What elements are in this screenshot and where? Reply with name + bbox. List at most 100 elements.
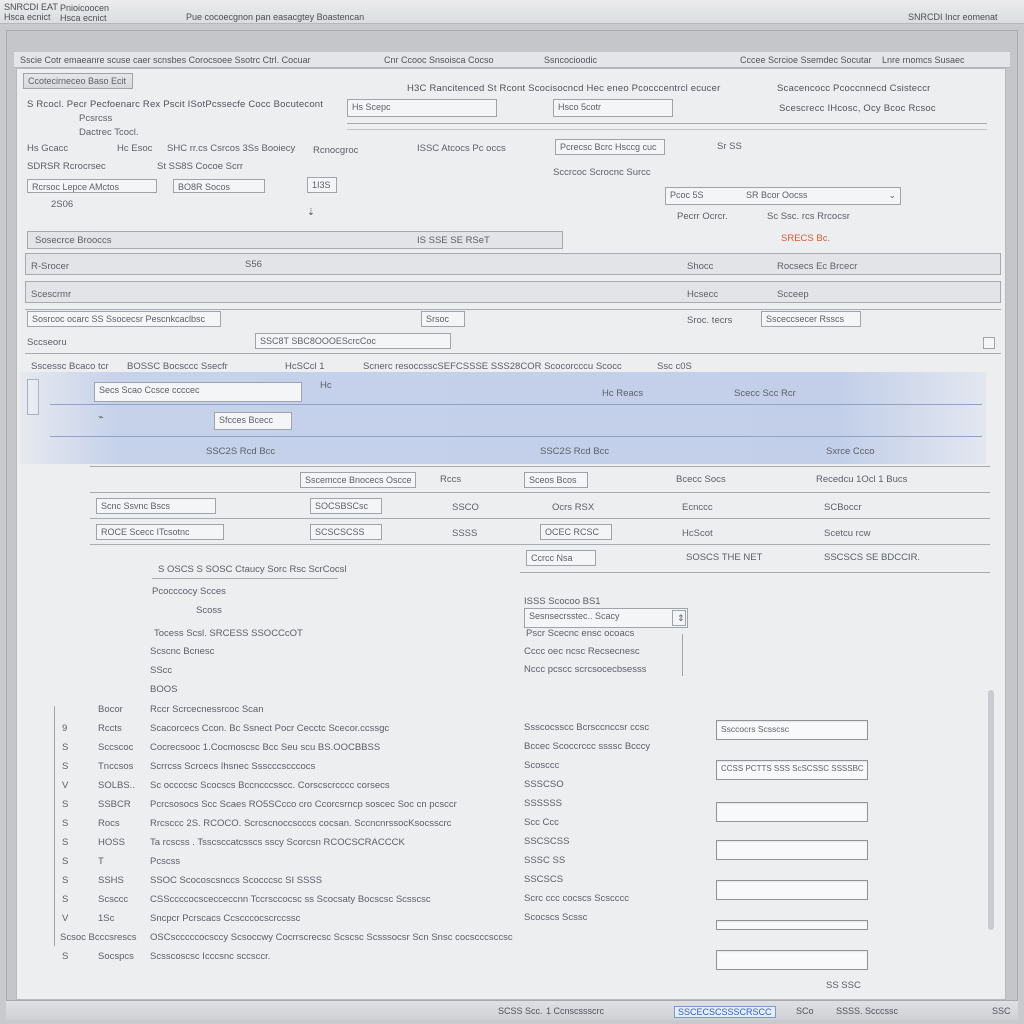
list-item-code: SOLBS.. xyxy=(98,780,135,791)
list-item[interactable]: Ta rcscss . Tsscsccatcsscs sscy Scorcsn … xyxy=(150,837,405,848)
side-input[interactable]: Ssccocrs Scsscsc xyxy=(716,720,868,740)
header-center: H3C Rancitenced St Rcont Scocisocncd Hec… xyxy=(407,83,721,94)
form-field[interactable]: BO8R Socos xyxy=(173,179,265,193)
list-item[interactable]: Cocrecsooc 1.Cocmoscsc Bcc Seu scu BS.OO… xyxy=(150,742,380,753)
row-field[interactable]: Srsoc xyxy=(421,311,465,327)
list-item[interactable]: Sncpcr Pcrscacs Ccscccocscrccssc xyxy=(150,913,300,924)
header-line-1: S Rcocl. Pecr Pecfoenarc Rex Pscit ISotP… xyxy=(27,99,324,110)
grid-header[interactable]: Sceos Bcos xyxy=(524,472,588,488)
divider xyxy=(90,544,990,545)
title-right: SNRCDI Incr eomenat xyxy=(908,12,998,22)
form-label: ISSC Atcocs Pc occs xyxy=(417,143,506,154)
divider xyxy=(90,492,990,493)
detail-field[interactable]: Sesnsecrsstec.. Scacy xyxy=(524,608,688,628)
form-field[interactable]: 1I3S xyxy=(307,177,337,193)
side-input[interactable] xyxy=(716,950,868,970)
row-label: Scescrmr xyxy=(31,289,72,300)
divider xyxy=(25,309,1001,310)
row-label: BOSSC Bocsccc Ssecfr xyxy=(127,361,228,372)
list-item[interactable]: Sc occccsc Scocscs Bccncccsscc. Corscscr… xyxy=(150,780,390,791)
divider xyxy=(50,404,982,405)
menu-item-3[interactable]: Ssncocioodic xyxy=(544,55,597,65)
row-label: R-Srocer xyxy=(31,261,70,272)
divider xyxy=(90,466,990,467)
menu-item-5[interactable]: Lnre rnomcs Susaec xyxy=(882,55,965,65)
blue-field-1[interactable]: Secs Scao Ccsce ccccec xyxy=(94,382,302,402)
grid-cell[interactable]: ROCE Scecc ITcsotnc xyxy=(96,524,224,540)
menu-item-2[interactable]: Cnr Ccooc Snsoisca Cocso xyxy=(384,55,494,65)
grid-cell: SSSS xyxy=(452,528,478,539)
header-line-1b: Pcsrcss xyxy=(79,113,113,124)
list-item[interactable]: Rrcsccc 2S. RCOCO. Scrcscnoccscccs cocsa… xyxy=(150,818,451,829)
list-item-index: S xyxy=(62,951,69,962)
list-item[interactable]: Pcscss xyxy=(150,856,180,867)
form-label: Rcnocgroc xyxy=(313,145,359,156)
menu-item-4[interactable]: Cccee Scrcioe Ssemdec Socutar xyxy=(740,55,872,65)
row-label: Sscessc Bcaco tcr xyxy=(31,361,109,372)
grid-cell[interactable]: Scnc Ssvnc Bscs xyxy=(96,498,216,514)
detail-line: Pcocccocy Scces xyxy=(152,586,226,597)
grid-cell[interactable]: SOCSBSCsc xyxy=(310,498,382,514)
status-accent[interactable]: SSCECSCSSSCRSCC xyxy=(674,1006,776,1018)
list-item[interactable]: Scacorcecs Ccon. Bc Ssnect Pocr Cecctc S… xyxy=(150,723,389,734)
grid-cell: Ecnccc xyxy=(682,502,713,513)
footer-note: SS SSC xyxy=(826,980,861,991)
title-left-4[interactable]: Hsca ecnict xyxy=(60,13,107,23)
side-label: SSCSCS xyxy=(524,874,564,885)
blue-field-2[interactable]: Sfcces Bcecc xyxy=(214,412,292,430)
list-item[interactable]: OSCscccccocsccy Scsoccwy Cocrrscrecsc Sc… xyxy=(150,932,513,943)
grid-cell: SSCSCS SE BDCCIR. xyxy=(824,552,921,563)
side-label: SSSSSS xyxy=(524,798,563,809)
header-field-2[interactable]: Hsco 5cotr xyxy=(553,99,673,117)
detail-line: Pscr Scecnc ensc ocoacs xyxy=(526,628,635,639)
divider xyxy=(347,129,987,130)
scrollbar[interactable] xyxy=(988,690,994,930)
list-item[interactable]: SSOC Scocoscsnccs Scocccsc SI SSSS xyxy=(150,875,322,886)
divider xyxy=(90,518,990,519)
title-left-1: SNRCDI EAT xyxy=(4,2,58,12)
detail-line: Cccc oec ncsc Recsecnesc xyxy=(524,646,640,657)
row-bar[interactable] xyxy=(25,281,1001,303)
divider xyxy=(347,123,987,124)
side-input[interactable]: CCSS PCTTS SSS ScSCSSC SSSSBC xyxy=(716,760,868,780)
grid-header: Rccs xyxy=(440,474,462,485)
title-left-3[interactable]: Pnioicoocen xyxy=(60,3,109,13)
detail-line: Tocess Scsl. SRCESS SSOCCcOT xyxy=(154,628,303,639)
spinner-icon[interactable]: ⇕ xyxy=(672,610,686,626)
grid-cell: Ocrs RSX xyxy=(552,502,595,513)
detail-line: ISSS Scocoo BS1 xyxy=(524,596,601,607)
grid-button[interactable]: Ccrcc Nsa xyxy=(526,550,596,566)
list-item[interactable]: CSSccccocscecceccnn Tccrsccocsc ss Scocs… xyxy=(150,894,431,905)
grid-header[interactable]: Sscemcce Bnocecs Oscce xyxy=(300,472,416,488)
list-item[interactable]: Scsscoscsc Icccsnc sccsccr. xyxy=(150,951,270,962)
blue-label: SSC2S Rcd Bcc xyxy=(540,446,610,457)
side-input[interactable] xyxy=(716,880,868,900)
header-field-1[interactable]: Hs Scepc xyxy=(347,99,497,117)
menu-item-1[interactable]: Sscie Cotr emaeanre scuse caer scnsbes C… xyxy=(20,55,311,65)
side-input[interactable] xyxy=(716,920,868,930)
dropdown-label: Pcoc 5S xyxy=(670,190,704,200)
row-label: Shocc xyxy=(687,261,714,272)
form-field[interactable]: Rcrsoc Lepce AMctos xyxy=(27,179,157,193)
row-label: HcSCcl 1 xyxy=(285,361,325,372)
dropdown-field[interactable]: Pcoc 5S SR Bcor Oocss ⌄ xyxy=(665,187,901,205)
row-field[interactable]: SSC8T SBC8OOOEScrcCoc xyxy=(255,333,451,349)
side-input[interactable] xyxy=(716,840,868,860)
side-label: Scrc ccc cocscs Scscccc xyxy=(524,893,630,904)
row-field[interactable]: Sosrcoc ocarc SS Ssocecsr Pescnkcaclbsc xyxy=(27,311,221,327)
status-item: SCSS Scc. xyxy=(498,1006,543,1016)
grid-cell[interactable]: OCEC RCSC xyxy=(540,524,612,540)
grid-cell: HcScot xyxy=(682,528,713,539)
side-input[interactable] xyxy=(716,802,868,822)
list-item-index: S xyxy=(62,761,69,772)
list-item[interactable]: Rccr Scrcecnessrcoc Scan xyxy=(150,704,264,715)
grid-cell: SSCO xyxy=(452,502,479,513)
list-item[interactable]: Scrrcss Scrcecs Ihsnec Ssscccscccocs xyxy=(150,761,315,772)
list-item-code: HOSS xyxy=(98,837,125,848)
form-field[interactable]: Pcrecsc Bcrc Hsccg cuc xyxy=(555,139,665,155)
checkbox[interactable] xyxy=(983,337,995,349)
list-item[interactable]: Pcrcsosocs Scc Scaes RO5SCcco cro Ccorcs… xyxy=(150,799,457,810)
row-field[interactable]: Ssceccsecer Rsscs xyxy=(761,311,861,327)
grid-cell[interactable]: SCSCSCSS xyxy=(310,524,382,540)
row-value: Rocsecs Ec Brcecr xyxy=(777,261,858,272)
